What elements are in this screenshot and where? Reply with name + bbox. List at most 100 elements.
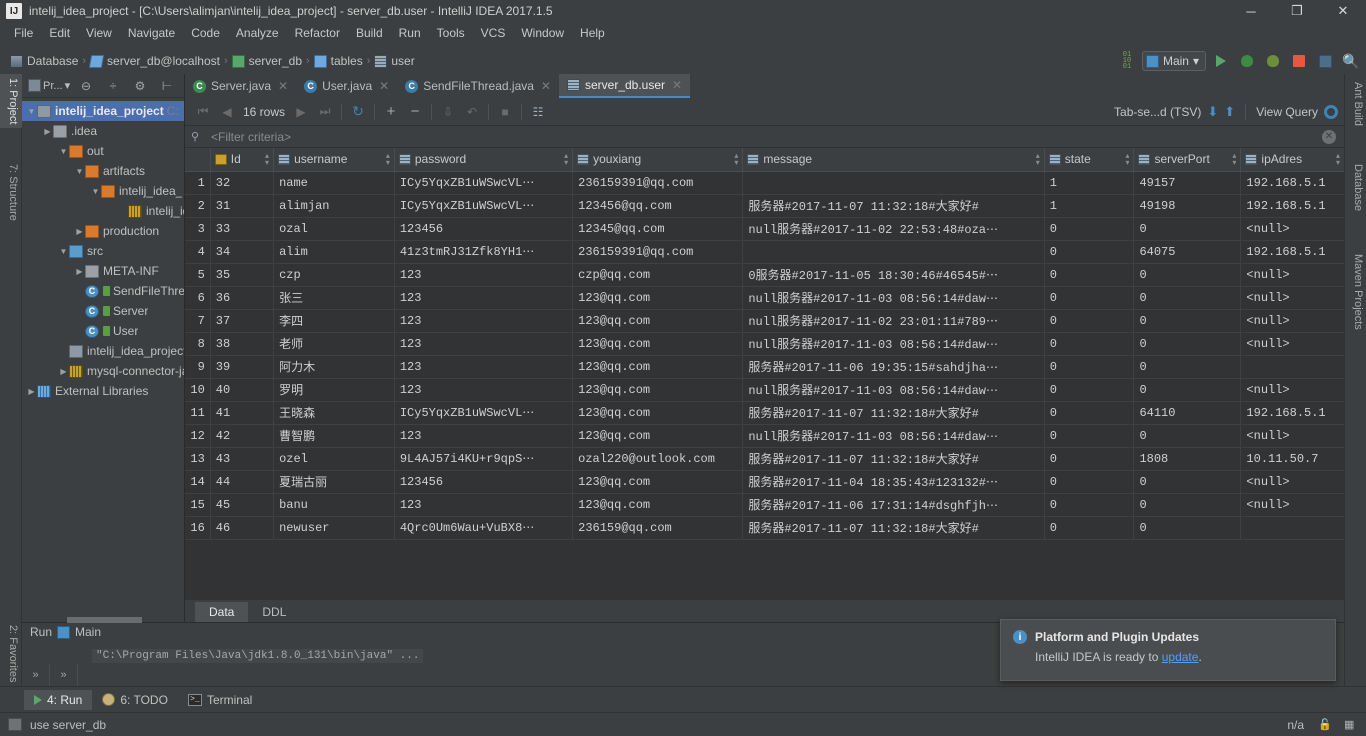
memory-indicator[interactable]: n/a [1287, 718, 1304, 732]
tree-node-external-libraries[interactable]: ▶ External Libraries [22, 381, 184, 401]
tab-sendfilethread-java[interactable]: C SendFileThread.java ✕ [397, 74, 559, 98]
cell-ipadres[interactable] [1240, 355, 1344, 379]
table-row[interactable]: 13 43 ozel 9L4AJ57i4KU+r9qpS⋯ ozal220@outloo… [185, 447, 1344, 471]
table-row[interactable]: 4 34 alim 41z3tmRJ31Zfk8YH1⋯ 236159391@qq.co… [185, 240, 1344, 264]
cell-username[interactable]: 阿力木 [273, 355, 395, 379]
sort-icon[interactable]: ▴ ▾ [564, 152, 568, 166]
sidebar-tab-favorites[interactable]: 2: Favorites [0, 621, 22, 686]
cell-state[interactable]: 0 [1044, 263, 1135, 287]
menu-navigate[interactable]: Navigate [120, 24, 183, 42]
cell-password[interactable]: ICy5YqxZB1uWSwcVL⋯ [394, 401, 574, 425]
cell-password[interactable]: 123 [394, 286, 574, 310]
sidebar-tab-maven-projects[interactable]: Maven Projects [1345, 250, 1366, 334]
cell-youxiang[interactable]: 236159391@qq.com [572, 240, 744, 264]
cell-state[interactable]: 0 [1044, 332, 1135, 356]
cell-youxiang[interactable]: 236159391@qq.com [572, 171, 744, 195]
column-header-serverport[interactable]: serverPort ▴ ▾ [1133, 148, 1242, 172]
menu-tools[interactable]: Tools [429, 24, 473, 42]
notification-popup[interactable]: i Platform and Plugin Updates IntelliJ I… [1000, 619, 1336, 681]
menu-help[interactable]: Help [572, 24, 613, 42]
cell-username[interactable]: banu [273, 493, 395, 517]
table-row[interactable]: 1 32 name ICy5YqxZB1uWSwcVL⋯ 236159391@qq.co… [185, 171, 1344, 195]
bottom-tab-run[interactable]: 4: Run [24, 689, 93, 710]
collapse-all-icon[interactable]: ⊖ [75, 75, 97, 97]
run-configuration-selector[interactable]: Main ▾ [1141, 51, 1206, 71]
tree-node-production[interactable]: ▶ production [22, 221, 184, 241]
cell-state[interactable]: 1 [1044, 194, 1135, 218]
cell-id[interactable]: 42 [210, 424, 275, 448]
table-row[interactable]: 8 38 老师 123 123@qq.com null服务器#2017-11-03 08:… [185, 332, 1344, 356]
table-row[interactable]: 9 39 阿力木 123 123@qq.com 服务器#2017-11-06 19:35:… [185, 355, 1344, 379]
menu-view[interactable]: View [78, 24, 120, 42]
cell-password[interactable]: 123 [394, 378, 574, 402]
cell-id[interactable]: 39 [210, 355, 275, 379]
tree-node-meta-inf[interactable]: ▶ META-INF [22, 261, 184, 281]
cell-youxiang[interactable]: 123@qq.com [572, 401, 744, 425]
cell-id[interactable]: 36 [210, 286, 275, 310]
update-link[interactable]: update [1162, 650, 1199, 664]
run-icon[interactable] [1210, 50, 1232, 72]
cancel-query-button[interactable]: ■ [493, 101, 517, 123]
hide-panel-icon[interactable]: ⊢ [156, 75, 178, 97]
table-row[interactable]: 3 33 ozal 123456 12345@qq.com null服务器#2017-11… [185, 217, 1344, 241]
cell-serverport[interactable]: 0 [1133, 424, 1242, 448]
cell-youxiang[interactable]: 123@qq.com [572, 309, 744, 333]
cell-message[interactable]: 服务器#2017-11-06 19:35:15#sahdjha⋯ [742, 355, 1045, 379]
data-grid[interactable]: Id ▴ ▾ username ▴ ▾ password ▴ ▾ youxian… [185, 148, 1344, 600]
sort-icon[interactable]: ▴ ▾ [1232, 152, 1236, 166]
cell-id[interactable]: 43 [210, 447, 275, 471]
sort-icon[interactable]: ▴ ▾ [386, 152, 390, 166]
cell-password[interactable]: 123 [394, 332, 574, 356]
cell-ipadres[interactable]: <null> [1240, 286, 1344, 310]
remove-row-button[interactable]: − [403, 101, 427, 123]
cell-youxiang[interactable]: 236159@qq.com [572, 516, 744, 540]
cell-state[interactable]: 0 [1044, 378, 1135, 402]
cell-state[interactable]: 0 [1044, 401, 1135, 425]
cell-ipadres[interactable]: 192.168.5.1 [1240, 194, 1344, 218]
cell-youxiang[interactable]: 123@qq.com [572, 493, 744, 517]
cell-id[interactable]: 44 [210, 470, 275, 494]
menu-edit[interactable]: Edit [41, 24, 78, 42]
debug-icon[interactable] [1236, 50, 1258, 72]
cell-ipadres[interactable]: <null> [1240, 493, 1344, 517]
cell-username[interactable]: 罗明 [273, 378, 395, 402]
sort-icon[interactable]: ▴ ▾ [1036, 152, 1040, 166]
cell-username[interactable]: 张三 [273, 286, 395, 310]
tree-node-server[interactable]: C Server [22, 301, 184, 321]
column-header-youxiang[interactable]: youxiang ▴ ▾ [572, 148, 744, 172]
cell-username[interactable]: newuser [273, 516, 395, 540]
cell-id[interactable]: 40 [210, 378, 275, 402]
cell-password[interactable]: 123 [394, 355, 574, 379]
tree-node-iml-file[interactable]: intelij_idea_project. [22, 341, 184, 361]
close-icon[interactable]: ✕ [672, 78, 682, 92]
last-page-button[interactable]: ⏭ [313, 101, 337, 123]
cell-username[interactable]: 曹智鹏 [273, 424, 395, 448]
cell-youxiang[interactable]: 12345@qq.com [572, 217, 744, 241]
cell-state[interactable]: 0 [1044, 424, 1135, 448]
cell-message[interactable]: null服务器#2017-11-02 23:01:11#789⋯ [742, 309, 1045, 333]
cell-password[interactable]: 4Qrc0Um6Wau+VuBX8⋯ [394, 516, 574, 540]
cell-id[interactable]: 41 [210, 401, 275, 425]
cell-message[interactable]: 0服务器#2017-11-05 18:30:46#46545#⋯ [742, 263, 1045, 287]
cell-password[interactable]: 123456 [394, 217, 574, 241]
cell-password[interactable]: ICy5YqxZB1uWSwcVL⋯ [394, 194, 574, 218]
tab-user-java[interactable]: C User.java ✕ [296, 74, 397, 98]
menu-window[interactable]: Window [513, 24, 572, 42]
cell-username[interactable]: 王晓森 [273, 401, 395, 425]
cell-password[interactable]: 123 [394, 424, 574, 448]
cell-message[interactable]: null服务器#2017-11-03 08:56:14#daw⋯ [742, 378, 1045, 402]
cell-ipadres[interactable]: 192.168.5.1 [1240, 171, 1344, 195]
cell-ipadres[interactable]: <null> [1240, 424, 1344, 448]
cell-id[interactable]: 32 [210, 171, 275, 195]
table-row[interactable]: 5 35 czp 123 czp@qq.com 0服务器#2017-11-05 18:30… [185, 263, 1344, 287]
tab-server-db-user[interactable]: server_db.user ✕ [558, 74, 691, 98]
cell-youxiang[interactable]: czp@qq.com [572, 263, 744, 287]
cell-ipadres[interactable]: <null> [1240, 263, 1344, 287]
breadcrumb-item-user[interactable]: user [391, 54, 414, 68]
cell-id[interactable]: 37 [210, 309, 275, 333]
column-header-id[interactable]: Id ▴ ▾ [210, 148, 275, 172]
gear-icon[interactable]: ⚙ [129, 75, 151, 97]
download-icon[interactable]: ⬇ [1207, 104, 1218, 120]
tree-node-intelij-idea-project[interactable]: ▼ intelij_idea_project C: [22, 101, 184, 121]
menu-vcs[interactable]: VCS [473, 24, 514, 42]
